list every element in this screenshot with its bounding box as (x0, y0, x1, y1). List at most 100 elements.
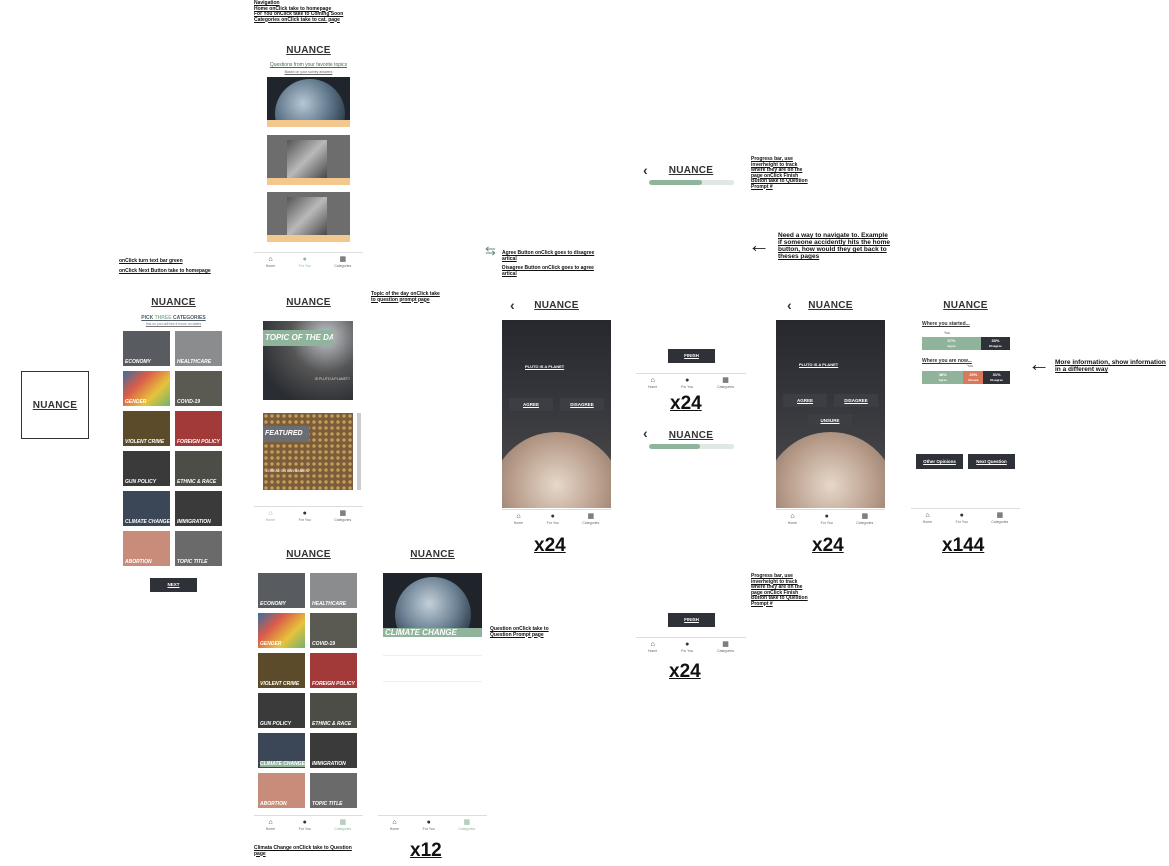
bulb-icon: ● (685, 377, 690, 384)
category-tile[interactable]: GUN POLICY (258, 693, 305, 728)
grid-icon: ▦ (722, 641, 729, 648)
agree-button[interactable]: AGREE (509, 398, 553, 411)
category-tile[interactable]: ABORTION (258, 773, 305, 808)
multiplier-label: x12 (410, 840, 442, 861)
nav-foryou[interactable]: ● For You (681, 641, 693, 653)
nav-home[interactable]: ⌂ Home (514, 513, 523, 525)
pluto-image (502, 432, 611, 508)
agree-button[interactable]: AGREE (783, 394, 827, 407)
nav-categories[interactable]: ▦ Categories (334, 510, 351, 522)
category-tile[interactable]: IMMIGRATION (175, 491, 222, 526)
bulb-icon: ● (302, 256, 307, 263)
article-end-screen: FINISH ⌂ Home ● For You ▦ Categories (636, 345, 746, 389)
finish-button[interactable]: FINISH (668, 349, 715, 363)
category-tile[interactable]: ABORTION (123, 531, 170, 566)
category-tile[interactable]: HEALTHCARE (175, 331, 222, 366)
nav-foryou[interactable]: ● For You (547, 513, 559, 525)
nav-foryou[interactable]: ● For You (681, 377, 693, 389)
question-card[interactable] (267, 135, 350, 185)
navigation-note: Navigation Home onClick take to homepage F… (254, 0, 344, 23)
category-tile[interactable]: ECONOMY (123, 331, 170, 366)
nav-home[interactable]: ⌂ Home (648, 641, 657, 653)
category-tile[interactable]: CLIMATE CHANGE (258, 733, 305, 768)
nav-home[interactable]: ⌂ Home (788, 513, 797, 525)
finish-button[interactable]: FINISH (668, 613, 715, 627)
category-tile[interactable]: CLIMATE CHANGE (123, 491, 170, 526)
unsure-button[interactable]: UNSURE (808, 414, 852, 427)
category-tile[interactable]: ETHNIC & RACE (175, 451, 222, 486)
question-card[interactable] (267, 192, 350, 242)
grid-icon: ▦ (587, 513, 595, 520)
photo-image (287, 140, 327, 178)
nav-categories[interactable]: ▦ Categories (334, 256, 351, 268)
nav-home[interactable]: ⌂ Home (266, 510, 275, 522)
category-tile[interactable]: ETHNIC & RACE (310, 693, 357, 728)
climate-hero[interactable]: CLIMATE CHANGE (383, 573, 482, 637)
nav-categories[interactable]: ▦ Categories (582, 513, 599, 525)
multiplier-label: x24 (670, 393, 702, 414)
category-label: GUN POLICY (260, 721, 292, 727)
grid-icon: ▦ (339, 819, 347, 826)
topic-of-day-card[interactable]: TOPIC OF THE DAY IS PLUTO A PLANET? (263, 321, 353, 400)
category-tile[interactable]: IMMIGRATION (310, 733, 357, 768)
app-logo: NUANCE (943, 300, 988, 311)
category-tile[interactable]: ECONOMY (258, 573, 305, 608)
category-tile[interactable]: COVID-19 (310, 613, 357, 648)
next-question-button[interactable]: Next Question (968, 454, 1015, 469)
other-opinions-button[interactable]: Other Opinions (916, 454, 963, 469)
category-tile[interactable]: VIOLENT CRIME (123, 411, 170, 446)
category-tile[interactable]: GENDER (258, 613, 305, 648)
nav-categories[interactable]: ▦ Categories (991, 512, 1008, 524)
bottom-nav: ⌂ Home ● For You ▦ Categories (911, 508, 1020, 527)
nav-foryou[interactable]: ● For You (299, 510, 311, 522)
category-tile[interactable]: TOPIC TITLE (175, 531, 222, 566)
nav-categories[interactable]: ▦ Categories (717, 377, 734, 389)
category-tile[interactable]: FOREIGN POLICY (175, 411, 222, 446)
category-tile[interactable]: GENDER (123, 371, 170, 406)
nav-foryou[interactable]: ● For You (423, 819, 435, 831)
question-card[interactable] (267, 77, 350, 127)
nav-home[interactable]: ⌂ Home (390, 819, 399, 831)
nav-categories[interactable]: ▦ Categories (856, 513, 873, 525)
nav-foryou[interactable]: ● For You (299, 256, 311, 268)
arrow-left-icon: ⇆ (485, 243, 496, 258)
nav-home[interactable]: ⌂ Home (266, 256, 275, 268)
category-label: ETHNIC & RACE (177, 479, 217, 485)
nav-foryou[interactable]: ● For You (821, 513, 833, 525)
category-tile[interactable]: GUN POLICY (123, 451, 170, 486)
nav-categories[interactable]: ▦ Categories (334, 819, 351, 831)
bottom-nav: ⌂ Home ● For You ▦ Categories (636, 637, 746, 656)
grid-icon: ▦ (463, 819, 471, 826)
disagree-button[interactable]: DISAGREE (834, 394, 878, 407)
featured-card[interactable]: FEATURED LOREAL ON BAN BABIES? (263, 413, 353, 490)
arrow-left-icon: ← (748, 232, 770, 257)
disagree-button[interactable]: DISAGREE (560, 398, 604, 411)
question-click-note: Question onClick take to Question Prompt… (490, 626, 549, 638)
question-screen: ‹ NUANCE PLUTO IS A PLANET AGREE DISAGRE… (502, 295, 611, 525)
progress-bar (649, 444, 734, 449)
article-end-screen: FINISH ⌂ Home ● For You ▦ Categories (636, 611, 746, 655)
category-tile[interactable]: HEALTHCARE (310, 573, 357, 608)
nav-home[interactable]: ⌂ Home (648, 377, 657, 389)
nav-home[interactable]: ⌂ Home (923, 512, 932, 524)
home-subsubtitle: Based on your survey answers (284, 70, 333, 74)
splash-screen: NUANCE (21, 371, 89, 439)
nav-home[interactable]: ⌂ Home (266, 819, 275, 831)
category-tile[interactable]: COVID-19 (175, 371, 222, 406)
pick-categories-screen: NUANCE PICK THREE CATEGORIES this so you… (119, 295, 228, 595)
category-label: COVID-19 (177, 399, 201, 405)
scrollbar[interactable] (357, 413, 361, 490)
nav-foryou[interactable]: ● For You (299, 819, 311, 831)
climate-click-note: Climata Change onClick take to Question … (254, 845, 352, 857)
pick-heading: PICK THREE CATEGORIES (141, 315, 206, 321)
bulb-icon: ● (824, 513, 829, 520)
category-tile[interactable]: VIOLENT CRIME (258, 653, 305, 688)
question-screen: ‹ NUANCE PLUTO IS A PLANET AGREE DISAGRE… (776, 295, 885, 525)
nav-categories[interactable]: ▦ Categories (458, 819, 475, 831)
category-tile[interactable]: TOPIC TITLE (310, 773, 357, 808)
bottom-nav: ⌂ Home ● For You ▦ Categories (378, 815, 487, 834)
nav-foryou[interactable]: ● For You (956, 512, 968, 524)
category-tile[interactable]: FOREIGN POLICY (310, 653, 357, 688)
nav-categories[interactable]: ▦ Categories (717, 641, 734, 653)
next-button[interactable]: NEXT (150, 578, 197, 592)
